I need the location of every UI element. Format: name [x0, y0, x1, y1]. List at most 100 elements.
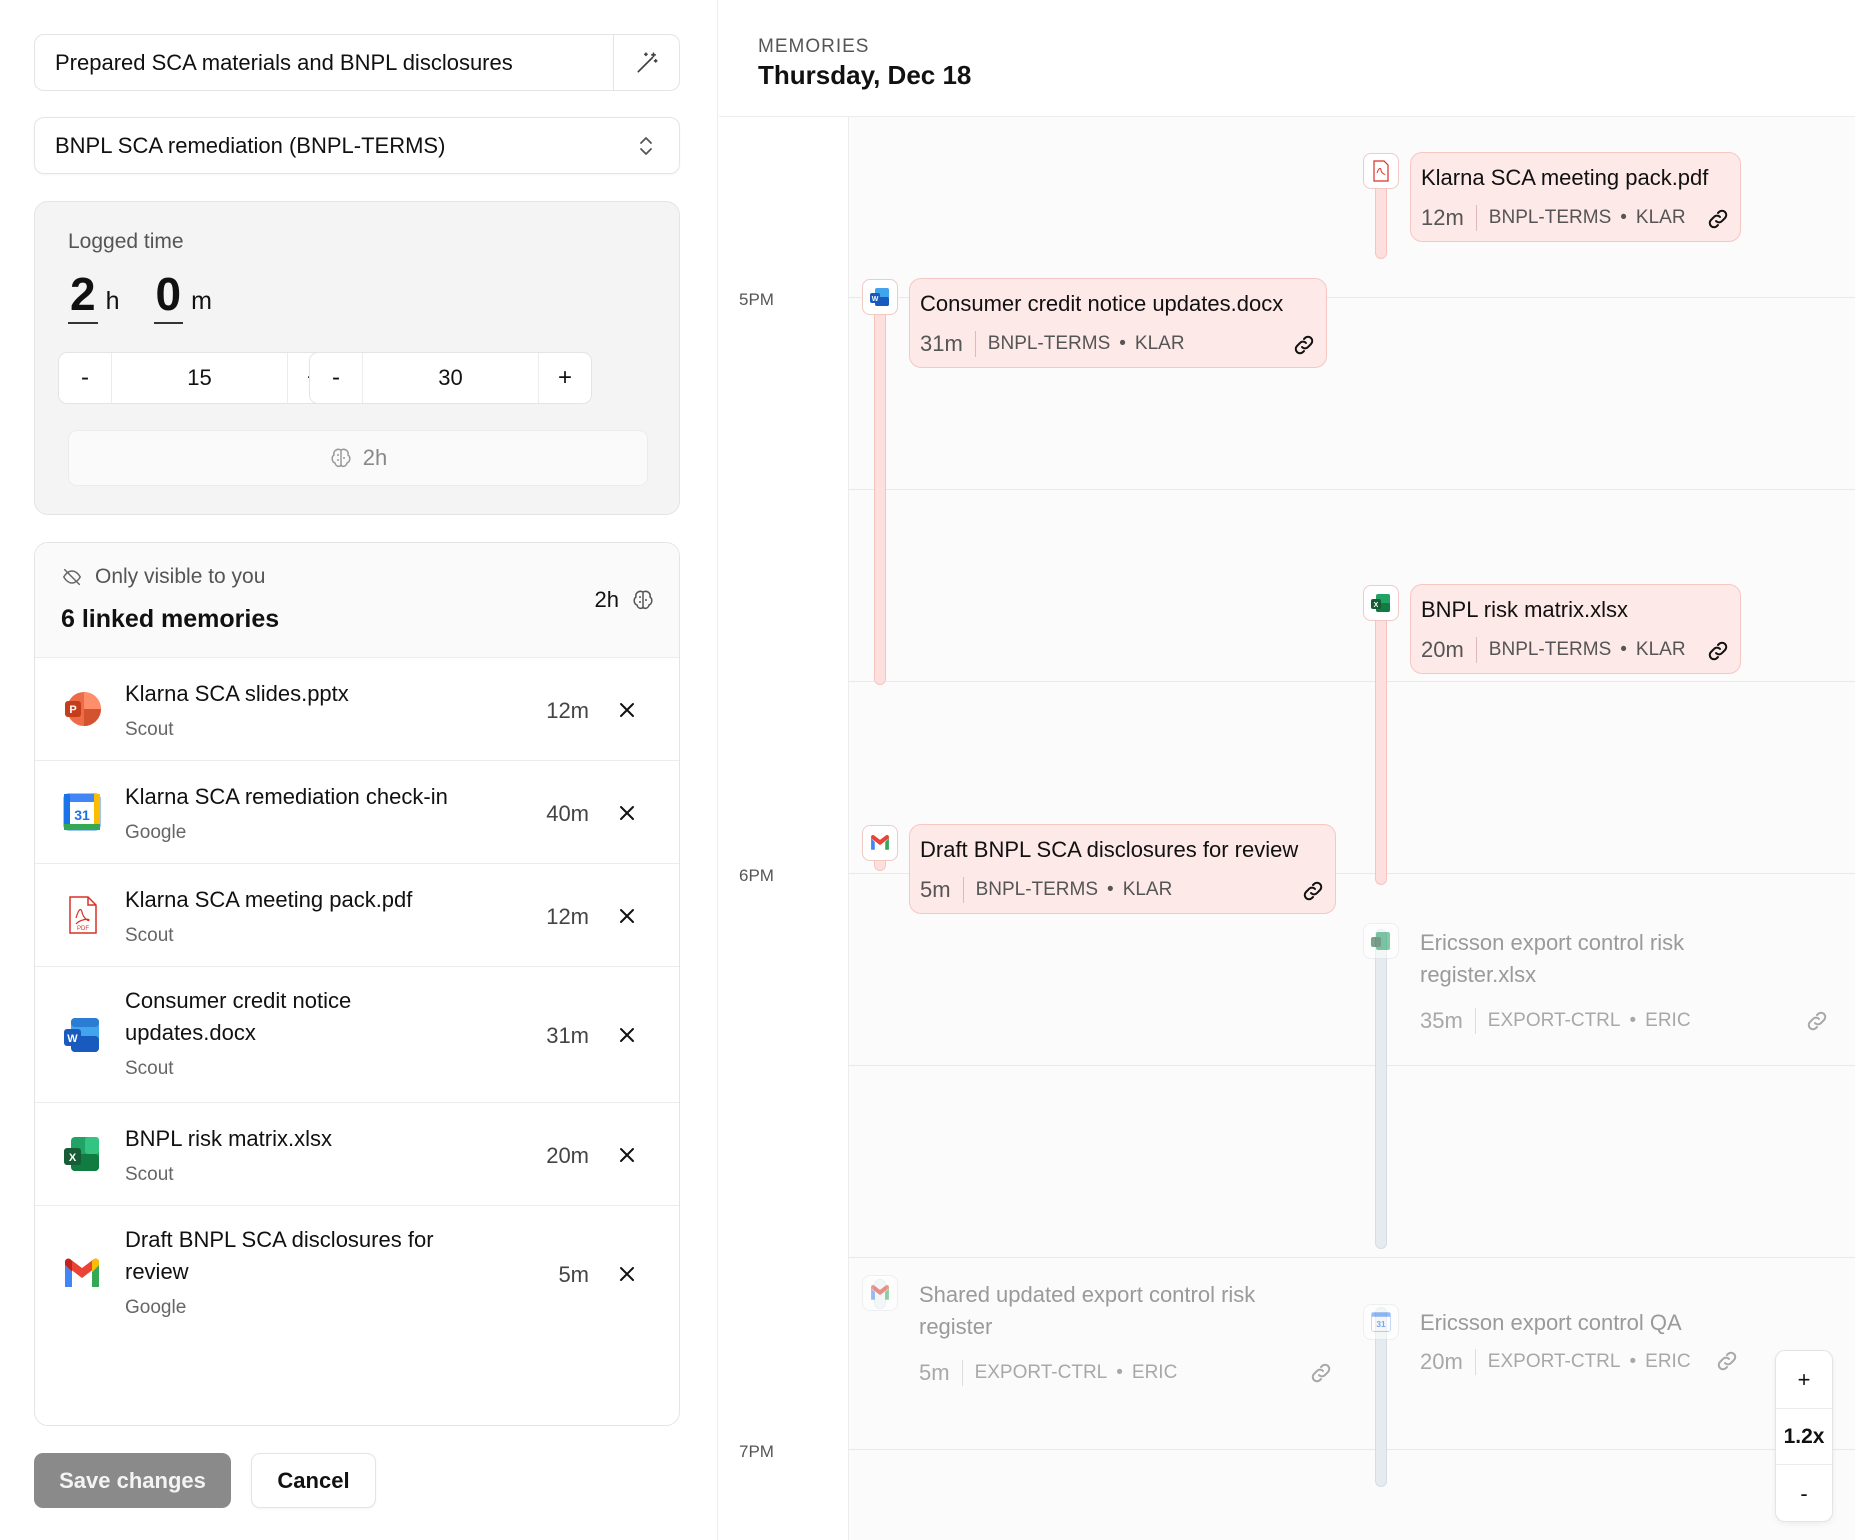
- event-meta: 31m BNPL-TERMS • KLAR: [920, 331, 1185, 357]
- gridline: [849, 489, 1855, 490]
- link-icon[interactable]: [1301, 879, 1325, 908]
- memory-duration: 20m: [546, 1143, 589, 1168]
- close-icon[interactable]: [615, 1143, 639, 1167]
- event-meta: 35m EXPORT-CTRL • ERIC: [1420, 1008, 1691, 1034]
- close-icon[interactable]: [615, 801, 639, 825]
- svg-text:X: X: [69, 1152, 77, 1164]
- hour-label: 7PM: [739, 1442, 774, 1461]
- decrement-button[interactable]: -: [59, 353, 111, 403]
- cancel-button[interactable]: Cancel: [251, 1453, 376, 1508]
- event-meta: 20m EXPORT-CTRL • ERIC: [1420, 1349, 1691, 1375]
- memory-duration: 12m: [546, 698, 589, 723]
- gmail-icon: [862, 825, 898, 861]
- increment-button[interactable]: +: [539, 353, 591, 403]
- linked-memories-header: Only visible to you 6 linked memories 2h: [35, 543, 679, 658]
- event-title: Klarna SCA meeting pack.pdf: [1421, 165, 1709, 190]
- decrement-button[interactable]: -: [310, 353, 362, 403]
- gridline: [849, 681, 1855, 682]
- stepper-30: - 30 +: [309, 352, 592, 404]
- link-icon[interactable]: [1715, 1349, 1739, 1378]
- hour-label: 5PM: [739, 290, 774, 309]
- event-meta: 5m EXPORT-CTRL • ERIC: [919, 1360, 1178, 1386]
- timeline-header: MEMORIES Thursday, Dec 18: [719, 0, 1855, 117]
- link-icon[interactable]: [1706, 639, 1730, 668]
- svg-text:PDF: PDF: [77, 926, 89, 932]
- google-calendar-icon: 31: [61, 791, 103, 833]
- zoom-in-button[interactable]: +: [1776, 1351, 1832, 1408]
- svg-text:31: 31: [74, 807, 90, 823]
- project-select-value: BNPL SCA remediation (BNPL-TERMS): [55, 132, 446, 158]
- event-client: ERIC: [1645, 1010, 1691, 1031]
- timeline-event-unlinked[interactable]: Shared updated export control risk regis…: [919, 1279, 1339, 1399]
- timeline-event-card[interactable]: Draft BNPL SCA disclosures for review 5m…: [909, 824, 1336, 914]
- event-track: [1375, 591, 1387, 885]
- zoom-out-button[interactable]: -: [1776, 1465, 1832, 1522]
- brain-icon: [633, 590, 653, 610]
- eye-off-icon: [62, 568, 82, 586]
- list-item[interactable]: PDF Klarna SCA meeting pack.pdf Scout 12…: [35, 864, 679, 967]
- event-project: EXPORT-CTRL: [1487, 1351, 1621, 1372]
- magic-wand-icon: [636, 51, 658, 73]
- event-track: [1375, 929, 1387, 1249]
- link-icon[interactable]: [1706, 207, 1730, 236]
- memory-source: Scout: [125, 1058, 174, 1079]
- list-item[interactable]: 31 Klarna SCA remediation check-in Googl…: [35, 761, 679, 864]
- timeline-event-card[interactable]: Klarna SCA meeting pack.pdf 12m BNPL-TER…: [1410, 152, 1741, 242]
- event-client: KLAR: [1134, 333, 1185, 354]
- list-item[interactable]: W Consumer credit notice updates.docx Sc…: [35, 967, 679, 1103]
- event-title: Consumer credit notice updates.docx: [920, 291, 1284, 316]
- event-duration: 31m: [920, 331, 976, 357]
- gmail-icon: [61, 1253, 103, 1295]
- excel-icon: [1363, 923, 1399, 959]
- event-duration: 5m: [919, 1360, 963, 1386]
- stepper-value: 30: [362, 353, 539, 403]
- memory-duration: 12m: [546, 904, 589, 929]
- event-project: EXPORT-CTRL: [974, 1362, 1108, 1383]
- time-entry-editor: Prepared SCA materials and BNPL disclosu…: [0, 0, 718, 1540]
- link-icon[interactable]: [1292, 333, 1316, 362]
- memory-title: Klarna SCA slides.pptx: [125, 681, 349, 706]
- ai-suggestion-button[interactable]: 2h: [68, 430, 648, 486]
- project-select[interactable]: BNPL SCA remediation (BNPL-TERMS): [34, 117, 680, 174]
- brain-icon: [331, 448, 351, 468]
- event-duration: 20m: [1420, 1349, 1476, 1375]
- memory-title: Klarna SCA remediation check-in: [125, 784, 448, 809]
- magic-wand-button[interactable]: [613, 35, 679, 90]
- ai-suggestion-value: 2h: [362, 445, 388, 470]
- list-item[interactable]: Draft BNPL SCA disclosures for review Go…: [35, 1206, 679, 1342]
- excel-icon: X: [61, 1133, 103, 1175]
- timeline-grid[interactable]: W X 31 Klarna SCA meeting pack.pdf 12m B…: [848, 117, 1855, 1540]
- memory-title: Draft BNPL SCA disclosures for review: [125, 1227, 434, 1284]
- event-project: BNPL-TERMS: [987, 333, 1111, 354]
- description-text[interactable]: Prepared SCA materials and BNPL disclosu…: [35, 50, 613, 76]
- hours-unit: h: [105, 287, 120, 315]
- list-item[interactable]: P Klarna SCA slides.pptx Scout 12m: [35, 658, 679, 761]
- logged-time-panel: Logged time 2 h 0 m - 15 + - 30 + 2h: [34, 201, 680, 515]
- link-icon[interactable]: [1309, 1361, 1333, 1390]
- memory-source: Google: [125, 1297, 187, 1318]
- logged-time-display: 2 h 0 m: [68, 266, 246, 324]
- timeline-event-unlinked[interactable]: Ericsson export control QA 20m EXPORT-CT…: [1420, 1307, 1750, 1387]
- close-icon[interactable]: [615, 698, 639, 722]
- linked-memories-card: Only visible to you 6 linked memories 2h…: [34, 542, 680, 1426]
- close-icon[interactable]: [615, 1262, 639, 1286]
- timeline-event-unlinked[interactable]: Ericsson export control risk register.xl…: [1420, 927, 1840, 1047]
- event-duration: 5m: [920, 877, 964, 903]
- save-button[interactable]: Save changes: [34, 1453, 231, 1508]
- event-client: KLAR: [1635, 207, 1686, 228]
- description-input[interactable]: Prepared SCA materials and BNPL disclosu…: [34, 34, 680, 91]
- minutes-value[interactable]: 0: [153, 266, 184, 324]
- hours-value[interactable]: 2: [68, 266, 98, 324]
- close-icon[interactable]: [615, 904, 639, 928]
- timeline-event-card[interactable]: Consumer credit notice updates.docx 31m …: [909, 278, 1327, 368]
- pdf-icon: PDF: [61, 894, 103, 936]
- chevron-up-down-icon: [613, 135, 679, 157]
- memory-source: Google: [125, 822, 187, 843]
- timeline-event-card[interactable]: BNPL risk matrix.xlsx 20m BNPL-TERMS • KLA…: [1410, 584, 1741, 674]
- excel-icon: X: [1363, 585, 1399, 621]
- gridline: [849, 1449, 1855, 1450]
- event-duration: 35m: [1420, 1008, 1476, 1034]
- link-icon[interactable]: [1805, 1009, 1829, 1038]
- close-icon[interactable]: [615, 1023, 639, 1047]
- list-item[interactable]: X BNPL risk matrix.xlsx Scout 20m: [35, 1103, 679, 1206]
